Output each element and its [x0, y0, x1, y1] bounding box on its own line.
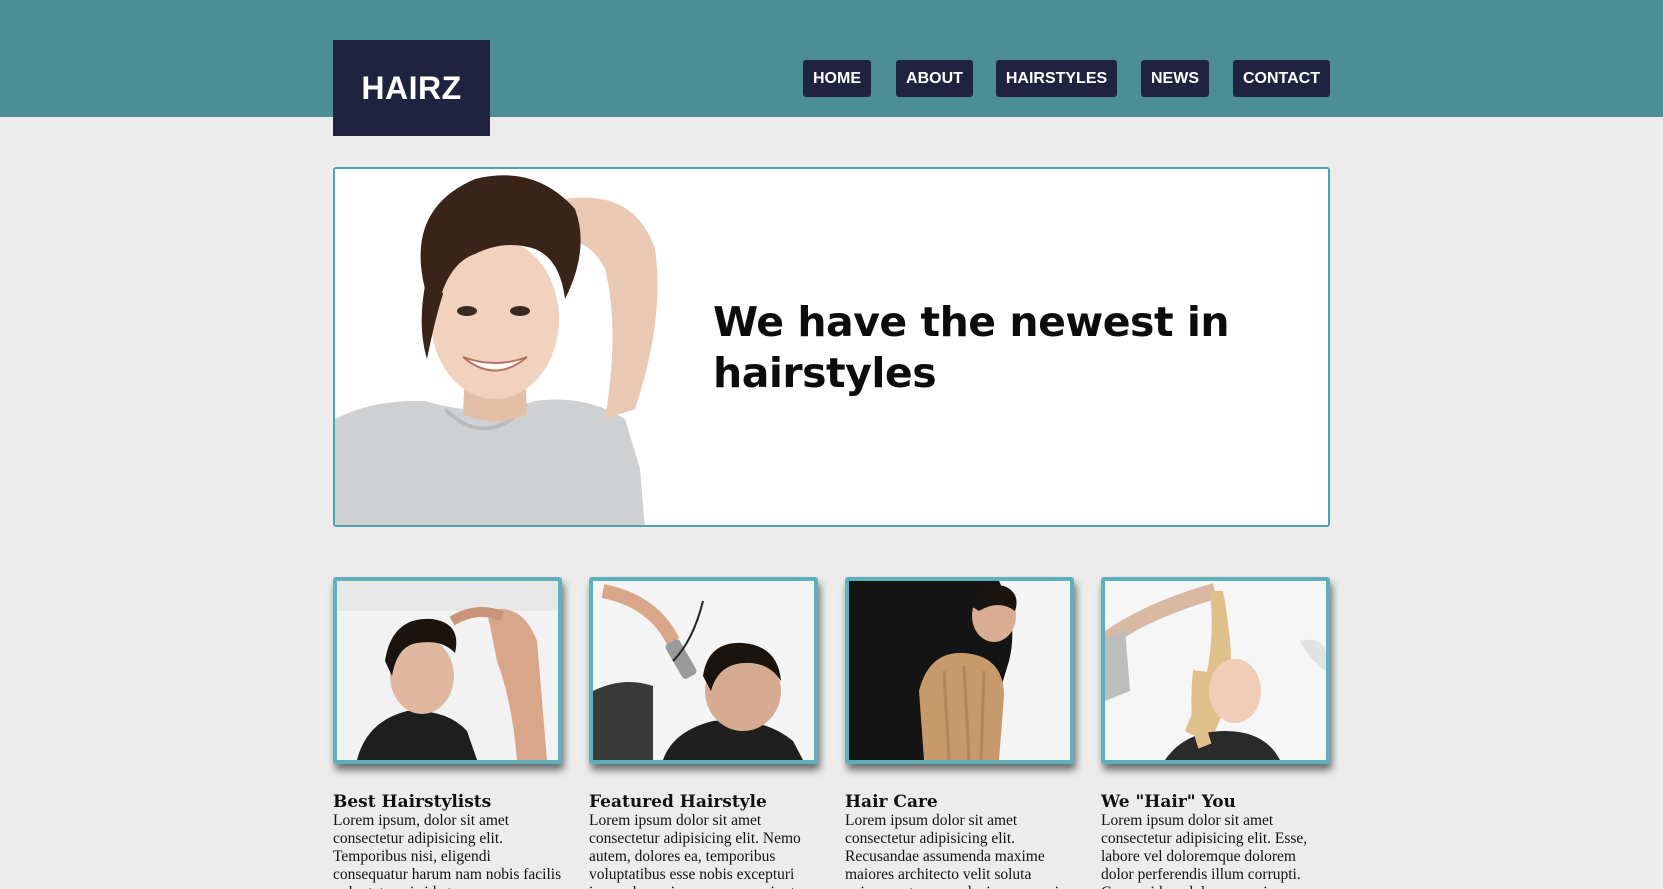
card-image-haircare[interactable] — [845, 577, 1074, 764]
card-text: Lorem ipsum dolor sit amet consectetur a… — [589, 812, 801, 889]
feature-card: Featured Hairstyle Lorem ipsum dolor sit… — [589, 577, 818, 889]
nav-about[interactable]: ABOUT — [896, 60, 973, 97]
site-header — [0, 0, 1663, 117]
site-logo[interactable]: HAIRZ — [333, 40, 490, 136]
card-image-hair-you[interactable] — [1101, 577, 1330, 764]
nav-hairstyles[interactable]: HAIRSTYLES — [996, 60, 1117, 97]
nav-news[interactable]: NEWS — [1141, 60, 1209, 97]
nav-home[interactable]: HOME — [803, 60, 871, 97]
hero-woman-photo — [335, 169, 695, 525]
feature-card: Hair Care Lorem ipsum dolor sit amet con… — [845, 577, 1074, 889]
card-text: Lorem ipsum dolor sit amet consectetur a… — [1101, 812, 1308, 889]
feature-card: We "Hair" You Lorem ipsum dolor sit amet… — [1101, 577, 1330, 889]
feature-card: Best Hairstylists Lorem ipsum, dolor sit… — [333, 577, 562, 889]
hero-headline: We have the newest in hairstyles — [713, 298, 1230, 397]
card-title: Best Hairstylists — [333, 792, 492, 812]
card-image-hairstyle[interactable] — [589, 577, 818, 764]
card-title: Featured Hairstyle — [589, 792, 767, 812]
nav-contact[interactable]: CONTACT — [1233, 60, 1330, 97]
card-title: We "Hair" You — [1101, 792, 1236, 812]
hero-banner: We have the newest in hairstyles — [333, 167, 1330, 527]
card-text: Lorem ipsum dolor sit amet consectetur a… — [845, 812, 1063, 889]
card-title: Hair Care — [845, 792, 938, 812]
card-image-stylist[interactable] — [333, 577, 562, 764]
card-text: Lorem ipsum, dolor sit amet consectetur … — [333, 812, 562, 889]
